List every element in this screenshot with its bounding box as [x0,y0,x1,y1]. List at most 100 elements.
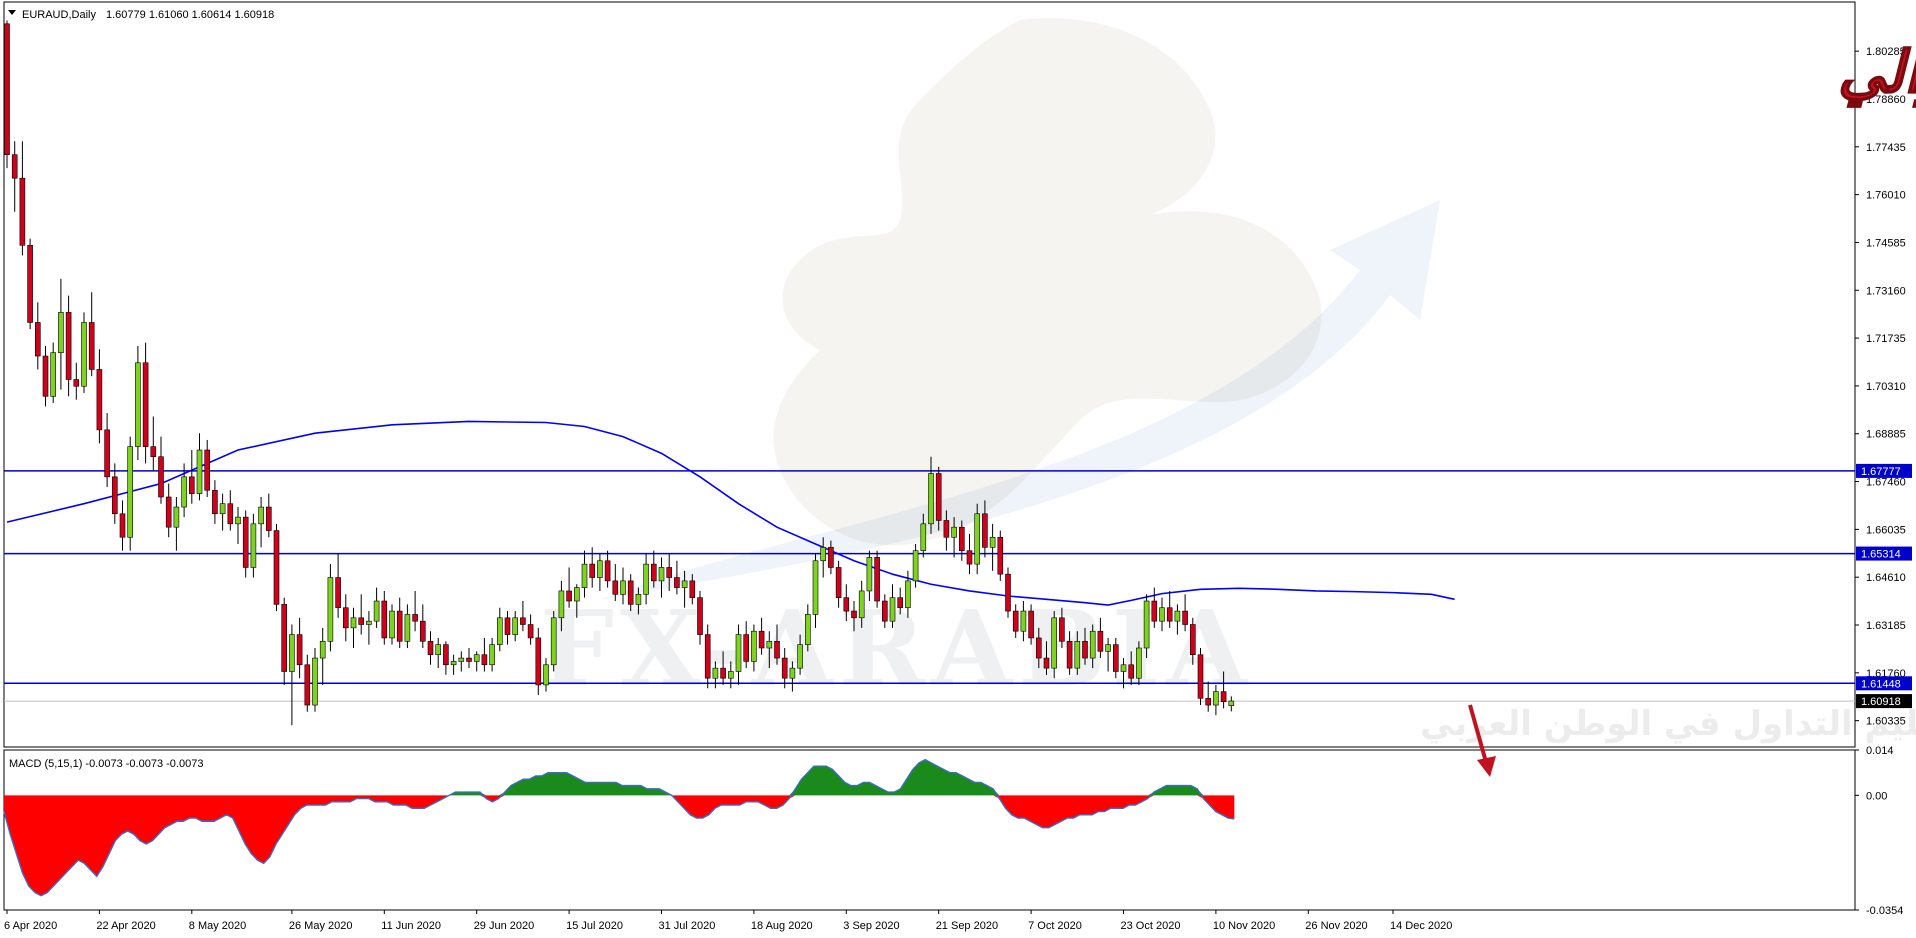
candle-body-bullish [1228,700,1235,707]
candle-body-bullish [173,506,180,528]
candle-body-bearish [1166,607,1173,622]
candle-body-bullish [1136,647,1142,679]
candle-body-bullish [404,614,411,642]
level-badge-label: 1.61448 [1861,678,1901,690]
candle-body-bearish [242,516,249,568]
candle-body-bullish [712,667,719,679]
candle-body-bearish [1097,630,1104,652]
candle-body-bullish [389,610,395,639]
price-tick-label: 1.77435 [1866,142,1906,154]
candle-body-bullish [812,560,819,615]
candle [81,312,87,393]
candle-body-bearish [1182,610,1188,625]
candle-body-bearish [34,322,41,357]
candle [550,611,557,672]
candle-body-bearish [1036,637,1042,659]
symbol-label: EURAUD,Daily [22,9,96,21]
candle-body-bearish [774,640,780,659]
time-tick-label: 3 Sep 2020 [843,920,899,932]
price-tick-label: 1.63185 [1866,620,1906,632]
candle-body-bearish [27,244,33,323]
candle-body-bearish [843,597,850,612]
candle-body-bullish [58,312,64,353]
candle [273,523,280,612]
candle-body-bearish [466,657,472,662]
candle-body-bearish [997,536,1004,575]
candle-body-bullish [1105,644,1111,652]
candle-body-bearish [281,604,288,672]
price-tick-label: 1.71735 [1866,333,1906,345]
candle [1136,641,1142,685]
candle-body-bullish [1213,691,1219,706]
candle-body-bullish [50,352,57,397]
candle [242,510,249,578]
time-tick-label: 26 May 2020 [289,920,353,932]
candle-body-bullish [543,664,549,686]
chart-title-overlay: اليورو أسترالي [1838,33,1916,108]
candle-body-bearish [966,550,973,565]
candle-body-bullish [219,503,226,515]
candle-body-bearish [227,503,234,525]
ohlc-values: 1.60779 1.61060 1.60614 1.60918 [106,9,274,21]
candle-body-bullish [928,473,934,525]
candle-body-bearish [1012,610,1019,632]
candle-body-bearish [935,473,942,521]
candle-body-bullish [581,563,588,588]
candle-body-bullish [735,634,742,672]
time-tick-label: 7 Oct 2020 [1028,920,1082,932]
time-tick-label: 8 May 2020 [189,920,246,932]
price-tick-label: 1.66035 [1866,524,1906,536]
candle-body-bearish [1197,654,1204,699]
candle-body-bearish [527,624,534,639]
candle-body-bearish [65,312,72,380]
candle-body-bullish [558,590,565,619]
candle [1005,567,1011,618]
candle-body-bullish [489,644,495,666]
candle-body-bearish [396,610,403,642]
candle-body-bullish [81,322,87,387]
candle-body-bullish [312,657,318,706]
candle-body-bullish [496,617,503,645]
candle [974,503,981,575]
candle-body-bearish [1082,640,1088,659]
candle-body-bullish [350,617,357,629]
price-tick-label: 1.68885 [1866,429,1906,441]
candle-body-bearish [704,634,711,679]
candle-body-bearish [335,577,341,609]
candle-body-bearish [520,617,526,625]
candle-body-bullish [866,557,873,592]
candle-body-bearish [412,614,418,622]
candle-body-bullish [804,614,811,645]
candle [1051,611,1057,679]
candle [27,238,33,330]
candle-body-bearish [11,154,18,179]
candle-body-bullish [435,644,442,656]
time-tick-label: 23 Oct 2020 [1121,920,1181,932]
candle-body-bearish [342,607,349,629]
candle-body-bullish [974,513,981,565]
candle-body-bearish [358,617,365,625]
candle-body-bearish [273,530,280,605]
candle-body-bullish [258,506,264,525]
candle-body-bullish [1051,617,1057,669]
candle-body-bearish [19,177,26,246]
candle-body-bearish [165,496,172,528]
candle-body-bullish [920,523,927,551]
candle-body-bearish [419,620,426,642]
candle-body-bullish [196,449,203,494]
candle-body-bullish [289,634,295,672]
candle-body-bearish [504,617,511,635]
time-tick-label: 31 Jul 2020 [659,920,716,932]
candle-body-bullish [327,577,334,642]
chart-header[interactable]: EURAUD,Daily 1.60779 1.61060 1.60614 1.6… [8,9,274,21]
macd-tick-label: 0.00 [1866,790,1887,802]
candle-body-bearish [73,379,80,387]
candle-body-bearish [265,506,272,531]
candle [127,436,133,551]
candle-body-bearish [1151,600,1158,622]
time-tick-label: 22 Apr 2020 [96,920,155,932]
candle-body-bullish [951,526,957,538]
price-tick-label: 1.60335 [1866,716,1906,728]
candle-body-bullish [135,362,141,447]
candle-body-bullish [789,667,796,679]
